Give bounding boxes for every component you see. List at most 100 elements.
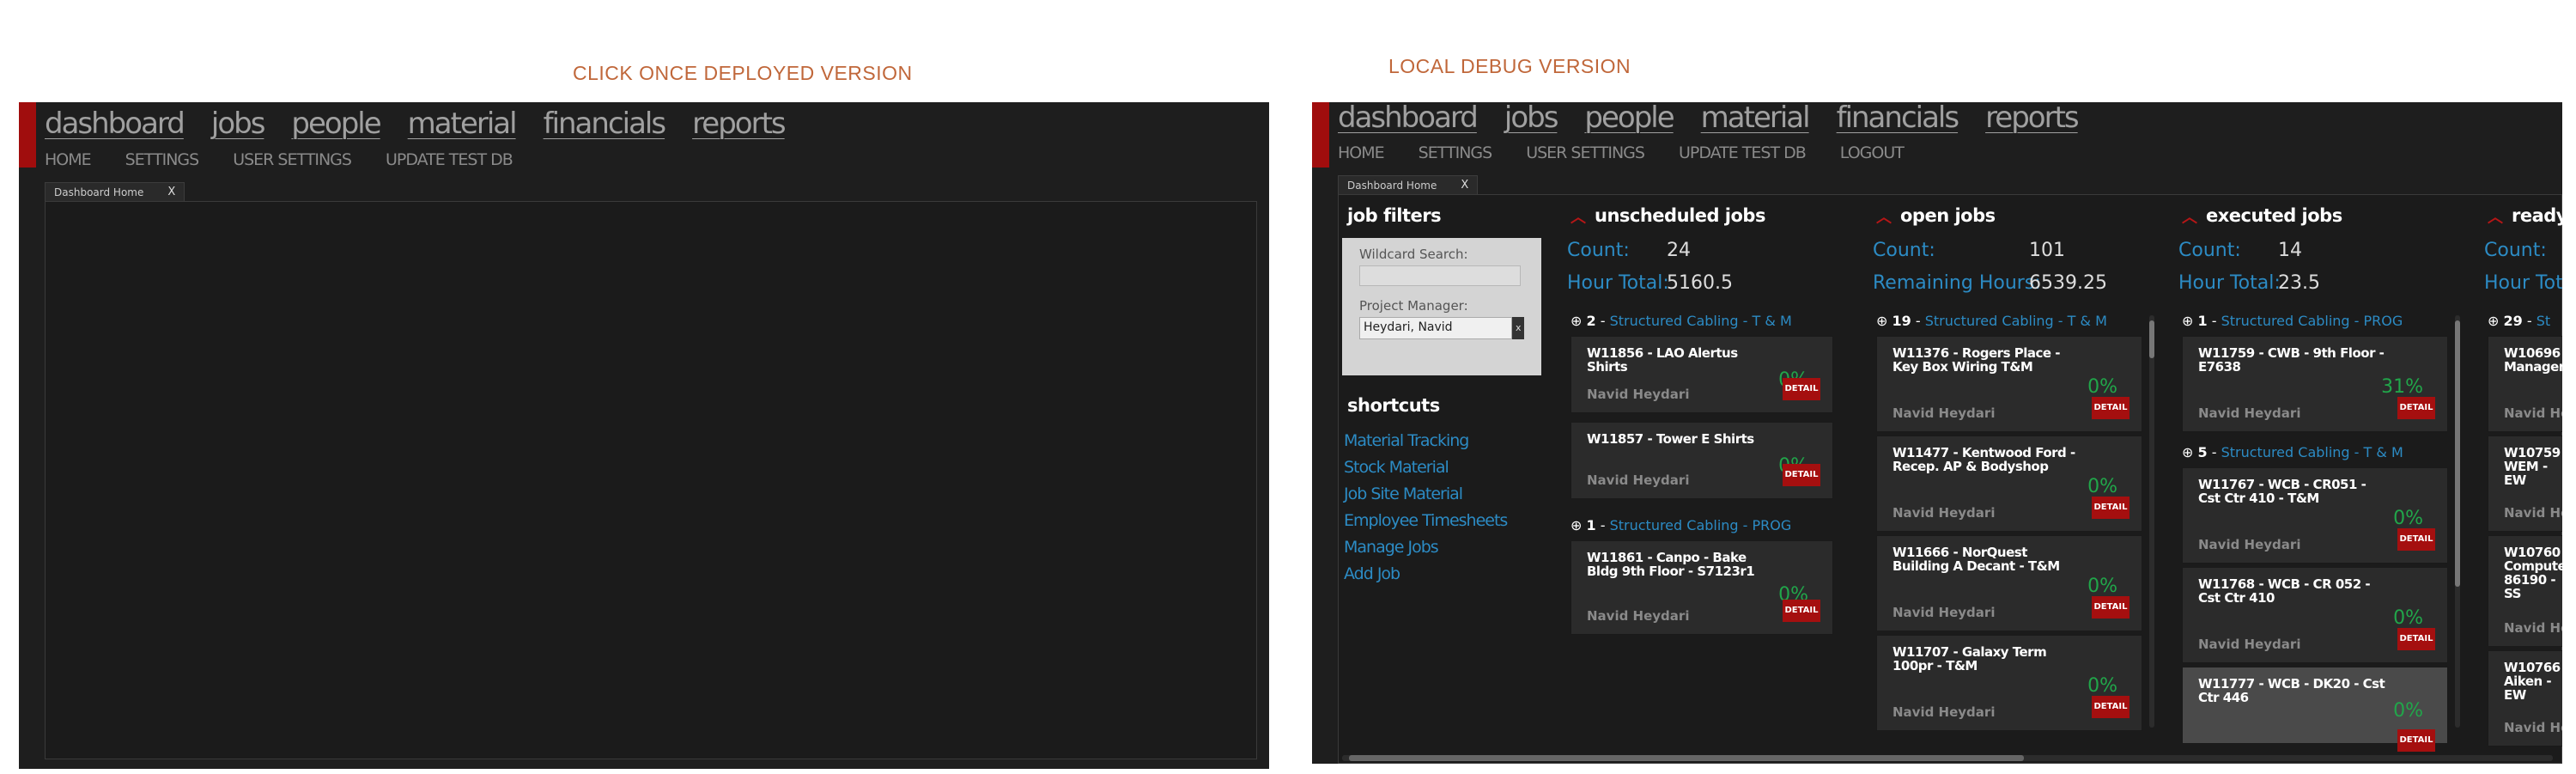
job-title: W11759 - CWB - 9th Floor - E7638: [2198, 345, 2385, 375]
subnav-logout[interactable]: LOGOUT: [1840, 143, 1905, 162]
subnav-home[interactable]: HOME: [1338, 143, 1385, 162]
detail-button[interactable]: DETAIL: [1783, 378, 1820, 400]
job-card[interactable]: W11856 - LAO Alertus Shirts 0% Navid Hey…: [1571, 336, 1833, 413]
tab-close-icon[interactable]: X: [167, 186, 175, 198]
nav-dashboard[interactable]: dashboard: [1338, 102, 1479, 135]
detail-button[interactable]: DETAIL: [2092, 696, 2129, 718]
nav-financials[interactable]: financials: [544, 107, 666, 141]
count-stat: Count: 24: [1567, 240, 1691, 261]
job-card[interactable]: W11477 - Kentwood Ford - Recep. AP & Bod…: [1876, 436, 2142, 532]
group-header[interactable]: ⊕ 5 - Structured Cabling - T & M: [2182, 444, 2403, 460]
job-card[interactable]: W10766 - Aiken - EW Navid He: [2488, 650, 2562, 747]
nav-reports[interactable]: reports: [1985, 102, 2080, 135]
detail-button[interactable]: DETAIL: [2092, 596, 2129, 619]
group-header[interactable]: ⊕ 1 - Structured Cabling - PROG: [1571, 517, 1791, 533]
detail-button[interactable]: DETAIL: [2397, 528, 2435, 551]
nav-financials[interactable]: financials: [1837, 102, 1959, 135]
subnav-user-settings[interactable]: USER SETTINGS: [1526, 143, 1645, 162]
shortcut-manage-jobs[interactable]: Manage Jobs: [1344, 534, 1507, 561]
nav-material[interactable]: material: [408, 107, 518, 141]
group-header[interactable]: ⊕ 29 - St: [2488, 313, 2550, 329]
detail-button[interactable]: DETAIL: [2397, 628, 2435, 650]
clear-pm-button[interactable]: x: [1512, 317, 1524, 339]
shortcut-add-job[interactable]: Add Job: [1344, 561, 1507, 588]
shortcut-stock-material[interactable]: Stock Material: [1344, 454, 1507, 481]
brand-bar: [19, 102, 36, 168]
project-manager-label: Project Manager:: [1359, 298, 1468, 314]
subnav-settings[interactable]: SETTINGS: [1419, 143, 1493, 162]
shortcuts-title: shortcuts: [1347, 395, 1440, 416]
nav-people[interactable]: people: [291, 107, 381, 141]
job-card[interactable]: W11759 - CWB - 9th Floor - E7638 31% Nav…: [2182, 336, 2448, 432]
group-name: Structured Cabling - T & M: [1609, 313, 1792, 329]
job-pm: Navid Heydari: [1587, 387, 1690, 402]
job-title: W11856 - LAO Alertus Shirts: [1587, 345, 1738, 375]
nav-material[interactable]: material: [1701, 102, 1811, 135]
nav-dashboard[interactable]: dashboard: [45, 107, 185, 141]
subnav-user-settings[interactable]: USER SETTINGS: [233, 150, 352, 169]
count-value: 14: [2278, 240, 2302, 261]
collapse-icon[interactable]: ︿: [1571, 205, 1586, 228]
nav-people[interactable]: people: [1584, 102, 1674, 135]
job-card[interactable]: W10759 - WEM - EW Navid He: [2488, 436, 2562, 532]
count-label: Count:: [2178, 240, 2241, 261]
job-percent: 0%: [2393, 508, 2423, 529]
column-scrollbar[interactable]: [2149, 315, 2154, 728]
detail-button[interactable]: DETAIL: [2397, 397, 2435, 419]
collapse-icon[interactable]: ︿: [2488, 205, 2503, 228]
tab-close-icon[interactable]: X: [1461, 179, 1468, 192]
shortcut-material-tracking[interactable]: Material Tracking: [1344, 428, 1507, 454]
group-count: 5: [2197, 444, 2208, 460]
collapse-icon[interactable]: ︿: [2182, 205, 2197, 228]
shortcuts-list: Material Tracking Stock Material Job Sit…: [1344, 428, 1508, 588]
job-card[interactable]: W11666 - NorQuest Building A Decant - T&…: [1876, 535, 2142, 631]
detail-button[interactable]: DETAIL: [1783, 464, 1820, 486]
subnav-update-test-db[interactable]: UPDATE TEST DB: [1679, 143, 1807, 162]
column-scrollbar-thumb[interactable]: [2149, 320, 2154, 358]
left-app-window: dashboard jobs people material financial…: [19, 102, 1269, 769]
group-header[interactable]: ⊕ 1 - Structured Cabling - PROG: [2182, 313, 2403, 329]
column-title: executed jobs: [2206, 205, 2342, 226]
hours-stat: Hour Total: 23.5: [2178, 272, 2320, 294]
tab-dashboard-home[interactable]: Dashboard Home X: [1338, 175, 1479, 194]
job-card[interactable]: W11707 - Galaxy Term 100pr - T&M 0% Navi…: [1876, 635, 2142, 731]
subnav-update-test-db[interactable]: UPDATE TEST DB: [386, 150, 513, 169]
detail-button[interactable]: DETAIL: [2092, 397, 2129, 419]
column-scrollbar-thumb[interactable]: [2455, 320, 2460, 587]
nav-jobs[interactable]: jobs: [1504, 102, 1559, 135]
group-count: 19: [1892, 313, 1911, 329]
job-pm: Navid Heydari: [1587, 608, 1690, 624]
count-label: Count:: [2484, 240, 2547, 261]
nav-reports[interactable]: reports: [692, 107, 787, 141]
detail-button[interactable]: DETAIL: [2397, 729, 2435, 752]
group-header[interactable]: ⊕ 2 - Structured Cabling - T & M: [1571, 313, 1792, 329]
job-card[interactable]: W11767 - WCB - CR051 - Cst Ctr 410 - T&M…: [2182, 467, 2448, 564]
job-title: W10759 - WEM - EW: [2504, 445, 2562, 488]
job-card[interactable]: W11857 - Tower E Shirts 0% Navid Heydari…: [1571, 422, 1833, 499]
main-nav: dashboard jobs people material financial…: [1338, 102, 2105, 135]
shortcut-job-site-material[interactable]: Job Site Material: [1344, 481, 1507, 508]
collapse-icon[interactable]: ︿: [1876, 205, 1892, 228]
job-pm: Navid He: [2504, 620, 2562, 636]
group-header[interactable]: ⊕ 19 - Structured Cabling - T & M: [1876, 313, 2107, 329]
subnav-home[interactable]: HOME: [45, 150, 92, 169]
group-count: 1: [2197, 313, 2208, 329]
detail-button[interactable]: DETAIL: [2092, 497, 2129, 519]
subnav-settings[interactable]: SETTINGS: [125, 150, 200, 169]
job-card[interactable]: W11768 - WCB - CR 052 - Cst Ctr 410 0% N…: [2182, 567, 2448, 663]
tab-dashboard-home[interactable]: Dashboard Home X: [45, 182, 185, 201]
nav-jobs[interactable]: jobs: [211, 107, 266, 141]
project-manager-select[interactable]: Heydari, Navid: [1359, 317, 1513, 339]
job-card[interactable]: W10696 - Managem Navid He: [2488, 336, 2562, 432]
shortcut-employee-timesheets[interactable]: Employee Timesheets: [1344, 508, 1508, 534]
wildcard-search-input[interactable]: [1359, 265, 1521, 286]
detail-button[interactable]: DETAIL: [1783, 600, 1820, 622]
job-title: W10766 - Aiken - EW: [2504, 660, 2562, 703]
sub-nav: HOME SETTINGS USER SETTINGS UPDATE TEST …: [45, 150, 547, 169]
job-card[interactable]: W11777 - WCB - DK20 - Cst Ctr 446 0% DET…: [2182, 667, 2448, 752]
job-card[interactable]: W11376 - Rogers Place - Key Box Wiring T…: [1876, 336, 2142, 432]
horizontal-scrollbar-thumb[interactable]: [1349, 755, 2024, 761]
job-card[interactable]: W10760 - Computer 86190 - SS Navid He: [2488, 535, 2562, 647]
job-card[interactable]: W11861 - Canpo - Bake Bldg 9th Floor - S…: [1571, 540, 1833, 635]
hours-label: Hour Total:: [1567, 272, 1669, 294]
